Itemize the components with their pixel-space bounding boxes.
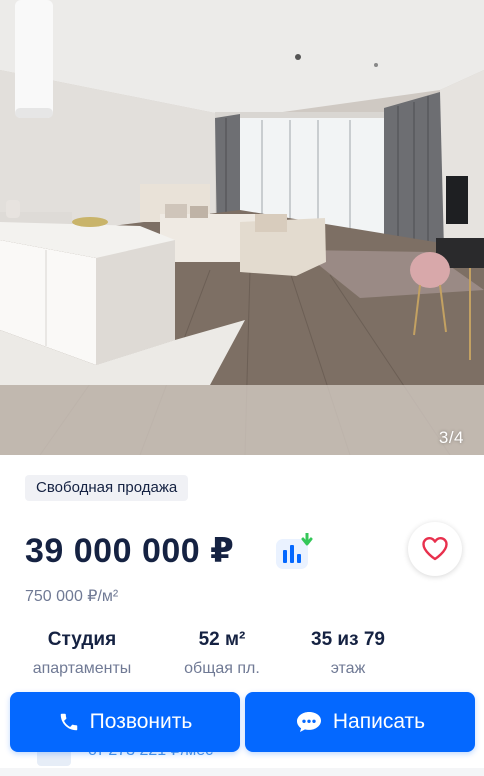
- apartment-interior-image: [0, 0, 484, 455]
- price-history-button[interactable]: [276, 531, 316, 571]
- call-button-label: Позвонить: [89, 710, 193, 733]
- write-button[interactable]: Написать: [245, 692, 475, 752]
- fact-label: апартаменты: [32, 660, 132, 677]
- photo-counter: 3/4: [438, 428, 464, 447]
- fact-label: общая пл.: [184, 660, 260, 677]
- listing-price: 39 000 000 ₽: [25, 532, 235, 570]
- fact-value: Студия: [47, 629, 117, 650]
- price-per-meter: 750 000 ₽/м²: [25, 588, 119, 605]
- sale-type-badge: Свободная продажа: [25, 475, 189, 501]
- favorite-button[interactable]: [408, 522, 462, 576]
- fact-label: этаж: [330, 660, 366, 677]
- fact-value: 52 м²: [198, 629, 246, 650]
- fact-area: 52 м² общая пл.: [172, 629, 272, 678]
- write-button-label: Написать: [332, 710, 426, 733]
- listing-facts: Студия апартаменты 52 м² общая пл. 35 из…: [0, 629, 484, 689]
- fact-type: Студия апартаменты: [22, 629, 142, 678]
- call-button[interactable]: Позвонить: [10, 692, 240, 752]
- phone-icon: [58, 711, 80, 733]
- fact-floor: 35 из 79 этаж: [292, 629, 404, 678]
- fact-value: 35 из 79: [311, 629, 385, 650]
- listing-photo[interactable]: 3/4: [0, 0, 484, 455]
- price-chart-icon: [276, 531, 313, 569]
- chat-bubble-icon: [295, 710, 323, 734]
- heart-outline-icon: [422, 537, 448, 561]
